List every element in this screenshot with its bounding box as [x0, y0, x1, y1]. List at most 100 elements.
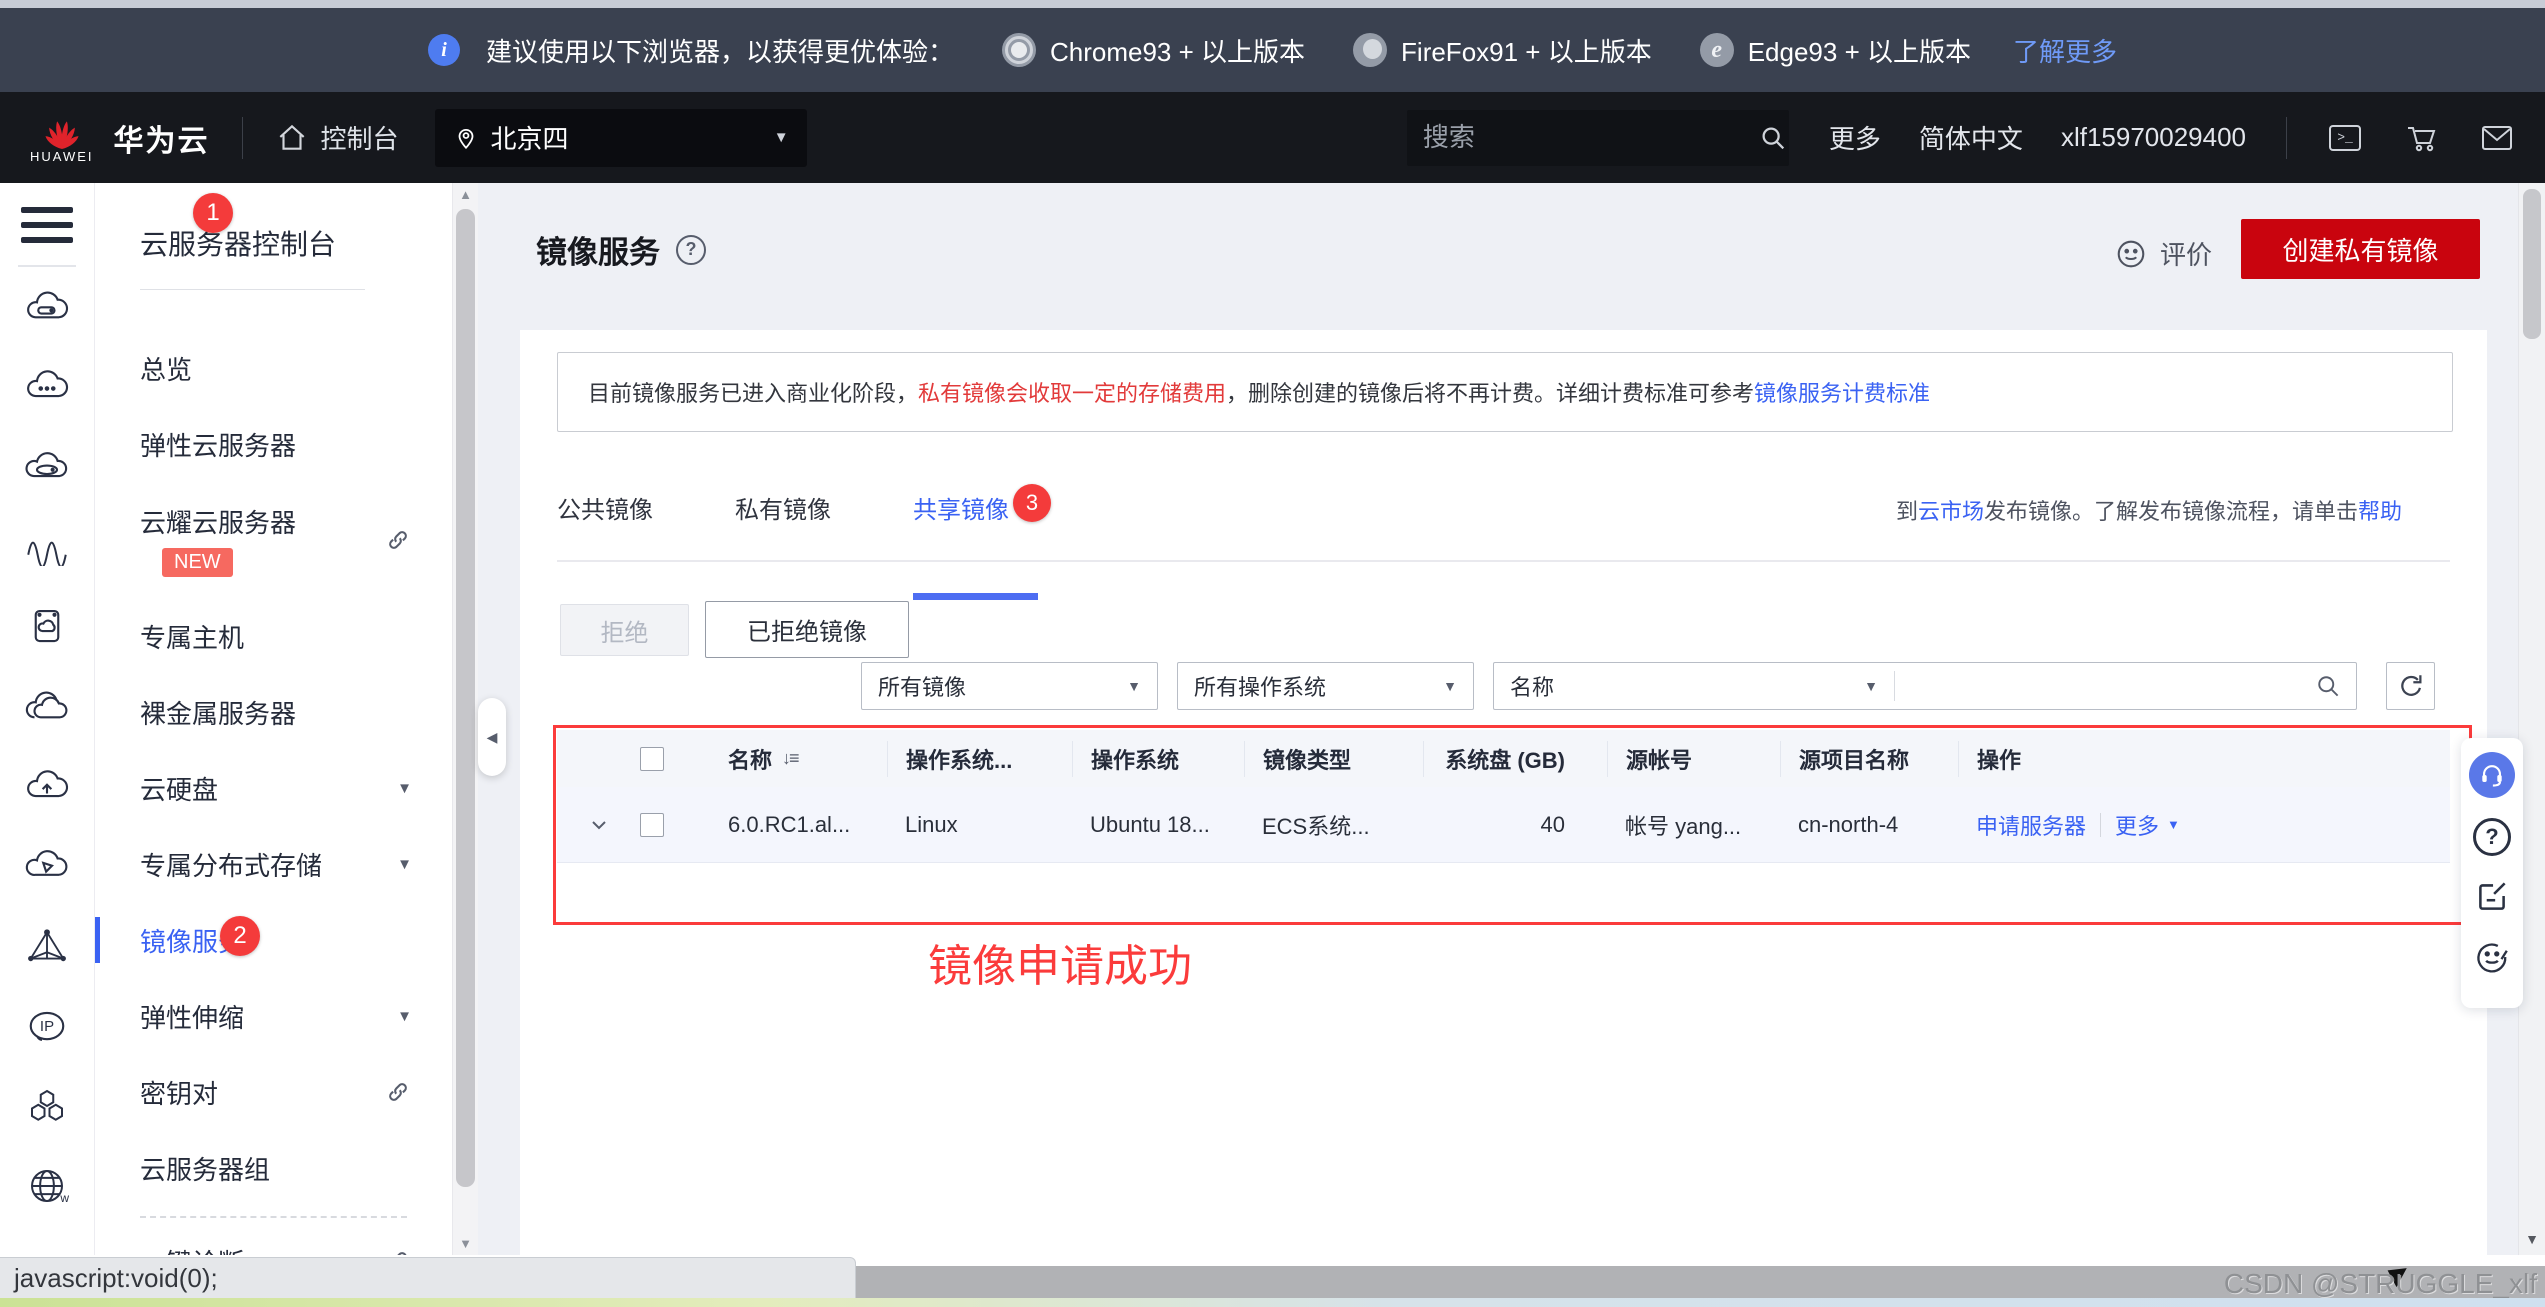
language-switch[interactable]: 简体中文: [1919, 119, 2023, 156]
header-search[interactable]: [1407, 110, 1789, 166]
tab-label: 共享镜像: [913, 497, 1009, 524]
search-icon[interactable]: [2314, 672, 2342, 700]
chevron-down-icon: ▼: [2167, 817, 2180, 832]
tab-private-images[interactable]: 私有镜像: [735, 490, 831, 560]
filter-input[interactable]: [1895, 673, 2314, 699]
select-value: 名称: [1510, 670, 1554, 702]
column-header-name[interactable]: 名称 ↓≡: [710, 741, 887, 777]
rate-button[interactable]: 评价: [2114, 235, 2212, 272]
region-selector[interactable]: 北京四 ▼: [435, 109, 807, 167]
dedicated-host-icon[interactable]: [19, 603, 75, 649]
all-os-select[interactable]: 所有操作系统 ▼: [1177, 662, 1474, 710]
external-link-icon: [384, 1078, 412, 1106]
cloud-upload-icon[interactable]: [19, 763, 75, 809]
name-filter-select[interactable]: 名称 ▼: [1494, 670, 1894, 702]
brand-name[interactable]: 华为云: [114, 116, 210, 160]
sidebar-menu: 1 云服务器控制台 总览 弹性云服务器 云耀云服务器 NEW: [95, 183, 452, 1255]
screen: i 建议使用以下浏览器，以获得更优体验： Chrome93 + 以上版本 Fir…: [0, 0, 2545, 1307]
scroll-down-arrow[interactable]: ▼: [453, 1236, 478, 1251]
sidebar-scrollbar[interactable]: ▲ ▼: [452, 183, 478, 1255]
cart-icon[interactable]: [2403, 120, 2439, 156]
page-title: 镜像服务: [536, 227, 660, 272]
sidebar-item-dss[interactable]: 专属分布式存储 ▼: [95, 826, 452, 902]
survey-smiley-icon[interactable]: [2472, 936, 2512, 976]
billing-standard-link[interactable]: 镜像服务计费标准: [1754, 376, 1930, 408]
sidebar-item-as[interactable]: 弹性伸缩 ▼: [95, 978, 452, 1054]
search-input[interactable]: [1423, 122, 1758, 153]
marketplace-link[interactable]: 云市场: [1918, 499, 1984, 524]
reject-button[interactable]: 拒绝: [560, 604, 689, 656]
region-value: 北京四: [491, 119, 569, 156]
terminal-glyph: >_: [2327, 120, 2363, 156]
banner-message: 建议使用以下浏览器，以获得更优体验：: [486, 32, 954, 69]
sidebar-item-heco[interactable]: 云耀云服务器 NEW: [95, 482, 452, 598]
sort-icon[interactable]: ↓≡: [782, 748, 798, 769]
rate-label: 评价: [2160, 235, 2212, 272]
menu-dashed-divider: [140, 1216, 407, 1218]
scroll-down-arrow[interactable]: ▼: [2519, 1231, 2545, 1247]
page-scrollbar[interactable]: ▼: [2518, 183, 2545, 1255]
tab-shared-images[interactable]: 共享镜像 3: [913, 490, 1009, 560]
sidebar-item-bms[interactable]: 裸金属服务器: [95, 674, 452, 750]
home-icon: [275, 121, 309, 155]
cloud-cursor-icon[interactable]: [19, 843, 75, 889]
sidebar-item-keypair[interactable]: 密钥对: [95, 1054, 452, 1130]
waves-icon[interactable]: [19, 523, 75, 569]
page-help-icon[interactable]: ?: [676, 235, 706, 265]
external-link-icon: [384, 526, 412, 554]
bare-metal-icon[interactable]: [19, 683, 75, 729]
row-checkbox[interactable]: [640, 813, 664, 837]
all-images-select[interactable]: 所有镜像 ▼: [861, 662, 1158, 710]
mail-icon[interactable]: [2479, 120, 2515, 156]
ip-icon[interactable]: IP: [19, 1003, 75, 1049]
more-menu[interactable]: 更多: [1829, 119, 1881, 156]
username[interactable]: xlf15970029400: [2061, 122, 2246, 153]
sidebar-item-ecs[interactable]: 弹性云服务器: [95, 406, 452, 482]
create-private-image-button[interactable]: 创建私有镜像: [2241, 219, 2480, 279]
ecs-cloud-server-icon[interactable]: [19, 283, 75, 329]
scrollbar-thumb[interactable]: [2523, 189, 2541, 339]
learn-more-link[interactable]: 了解更多: [2013, 32, 2117, 69]
hexagon-cluster-icon[interactable]: [19, 1083, 75, 1129]
edge-version-label: Edge93 + 以上版本: [1748, 32, 1971, 69]
scrollbar-thumb[interactable]: [456, 209, 475, 1187]
header-divider: [2286, 117, 2287, 159]
heco-cloud-server-icon[interactable]: [19, 443, 75, 489]
sidebar-item-deh[interactable]: 专属主机: [95, 598, 452, 674]
cli-terminal-icon[interactable]: >_: [2327, 120, 2363, 156]
status-area: javascript:void(0); CSDN @STRUGGLE_xlf: [0, 1255, 2545, 1307]
chevron-down-icon: ▼: [774, 129, 789, 146]
rejected-images-button[interactable]: 已拒绝镜像: [705, 601, 909, 658]
feedback-edit-icon[interactable]: [2472, 876, 2512, 916]
sidebar-item-overview[interactable]: 总览: [95, 330, 452, 406]
tab-public-images[interactable]: 公共镜像: [557, 490, 653, 560]
chrome-version-label: Chrome93 + 以上版本: [1050, 32, 1305, 69]
console-home-link[interactable]: 控制台: [275, 119, 399, 156]
row-expand-icon[interactable]: [587, 813, 611, 837]
select-value: 所有镜像: [878, 670, 966, 702]
cloud-ellipsis-icon[interactable]: [19, 363, 75, 409]
select-all-checkbox[interactable]: [640, 747, 664, 771]
sidebar-collapse-handle[interactable]: ◀: [478, 698, 506, 776]
column-header-operation: 操作: [1958, 741, 2450, 777]
globe-w-glyph: w: [19, 1163, 75, 1209]
sidebar-item-evs[interactable]: 云硬盘 ▼: [95, 750, 452, 826]
cell-os-type: Linux: [887, 807, 1072, 843]
huawei-logo[interactable]: HUAWEI: [30, 111, 94, 164]
refresh-button[interactable]: [2386, 662, 2435, 710]
hamburger-menu-icon[interactable]: [21, 207, 73, 243]
globe-icon[interactable]: w: [19, 1163, 75, 1209]
apply-server-link[interactable]: 申请服务器: [1976, 809, 2086, 841]
pyramid-icon[interactable]: [19, 923, 75, 969]
scroll-up-arrow[interactable]: ▲: [453, 187, 478, 202]
search-icon[interactable]: [1758, 123, 1788, 153]
more-actions-link[interactable]: 更多: [2115, 809, 2159, 841]
help-link[interactable]: 帮助: [2358, 499, 2402, 524]
notice-highlight: 私有镜像会收取一定的存储费用: [918, 376, 1226, 408]
support-headset-icon[interactable]: [2469, 752, 2515, 798]
bottom-edge-strip: [0, 1298, 2545, 1307]
help-icon[interactable]: ?: [2473, 818, 2511, 856]
sidebar-item-ims[interactable]: 镜像服务 2: [95, 902, 452, 978]
action-divider: [2100, 813, 2101, 837]
sidebar-item-server-group[interactable]: 云服务器组: [95, 1130, 452, 1206]
